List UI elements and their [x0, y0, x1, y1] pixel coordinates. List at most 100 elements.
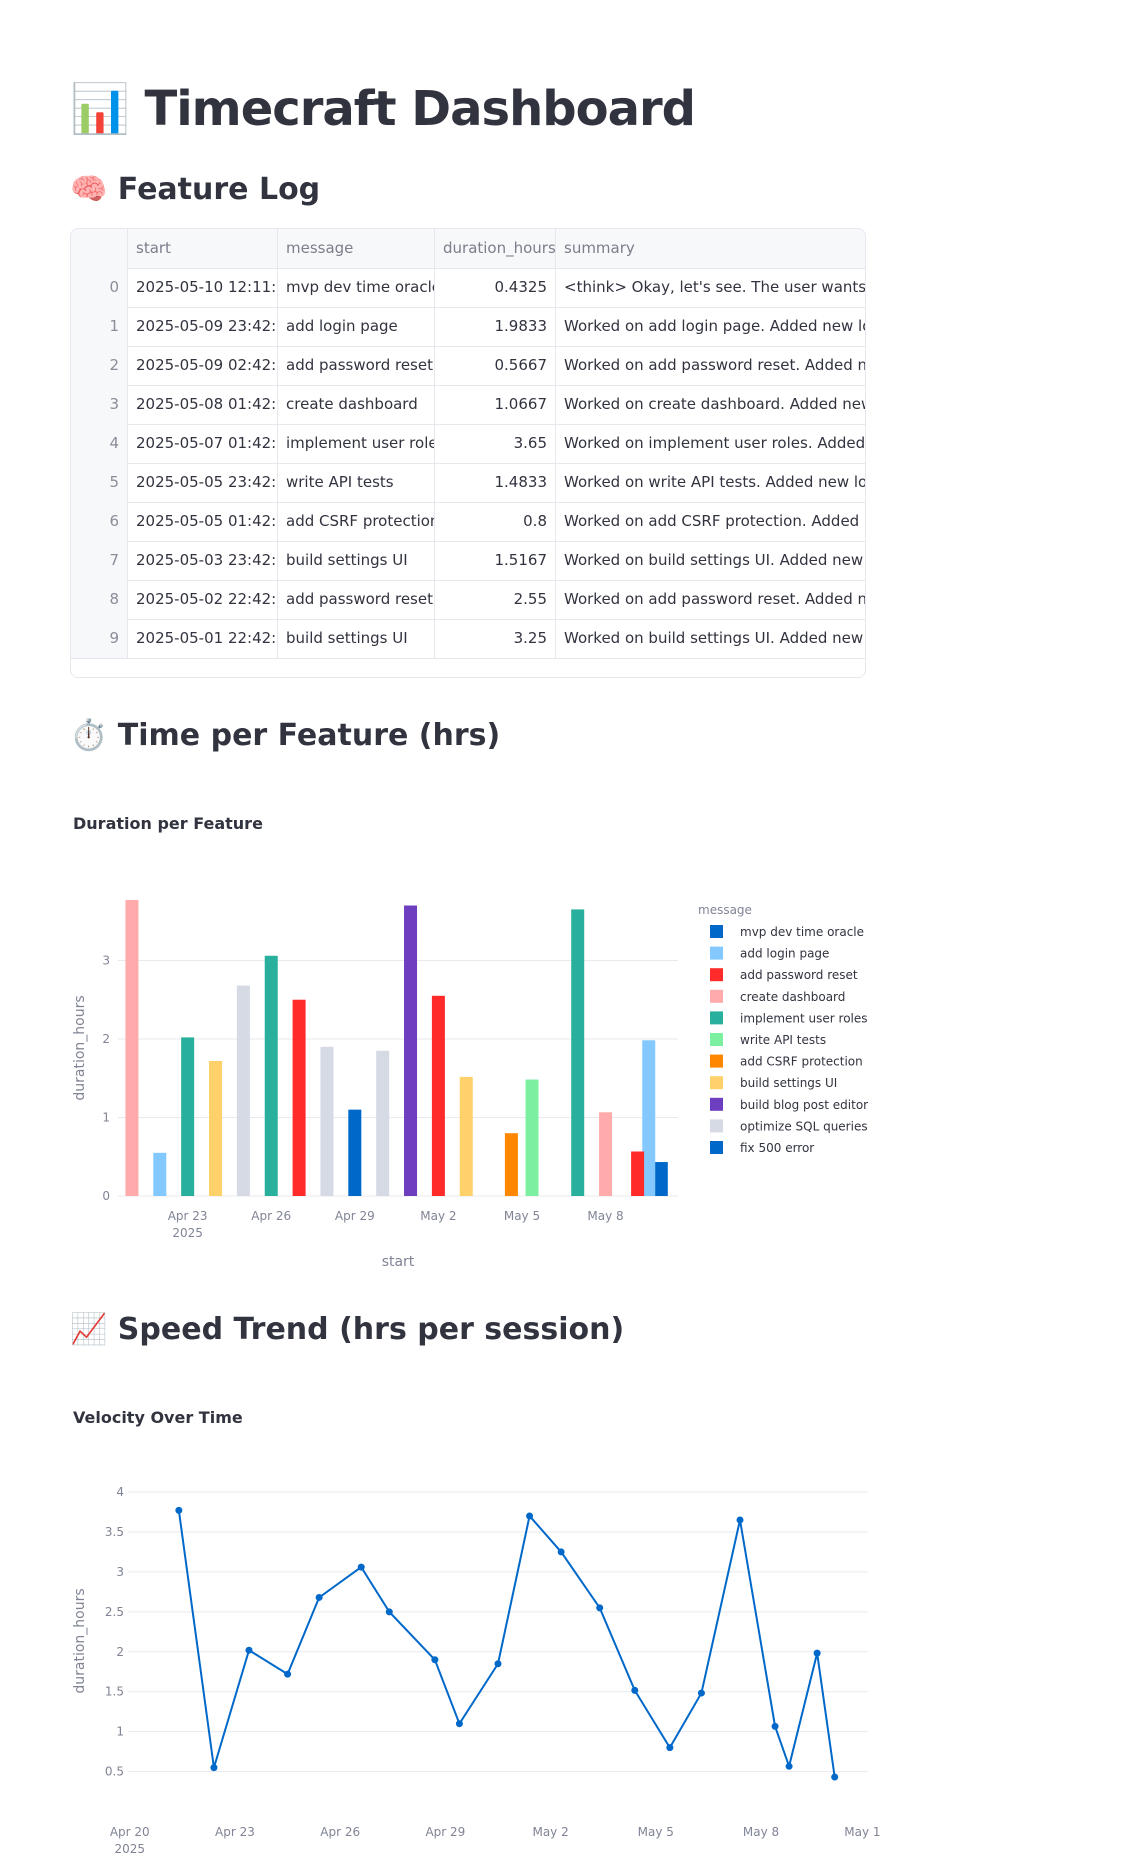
cell-summary: Worked on create dashboard. Added new lo…: [564, 395, 865, 413]
table-row[interactable]: 82025-05-02 22:42:27add password reset2.…: [71, 580, 865, 620]
header-start[interactable]: start: [128, 229, 278, 268]
row-index: 6: [71, 502, 128, 541]
legend-item: optimize SQL queries: [740, 1119, 868, 1133]
bar: [504, 1133, 518, 1196]
x-tick-year: 2025: [114, 1842, 145, 1856]
cell-duration: 0.4325: [435, 268, 556, 307]
table-row-partial[interactable]: [71, 658, 865, 677]
cell-duration: 3.65: [435, 424, 556, 463]
cell-duration: 1.0667: [435, 385, 556, 424]
cell-duration: 3.25: [435, 619, 556, 658]
legend-item: add login page: [740, 947, 829, 961]
cell-start: 2025-05-05 01:42:27: [128, 502, 278, 541]
cell-start: 2025-05-08 01:42:27: [128, 385, 278, 424]
cell-message: build settings UI: [278, 541, 435, 580]
data-point: [697, 1689, 705, 1697]
data-point: [736, 1516, 744, 1524]
cell-summary: Worked on add login page. Added new logi…: [564, 317, 865, 335]
legend-swatch: [710, 925, 723, 938]
x-tick-label: Apr 29: [425, 1825, 465, 1839]
header-summary[interactable]: summary: [556, 229, 865, 268]
y-tick-label: 3: [102, 953, 110, 967]
x-tick-label: May 11: [844, 1825, 880, 1839]
cell-duration: 2.55: [435, 580, 556, 619]
cell-message: write API tests: [278, 463, 435, 502]
cell-summary: Worked on write API tests. Added new log…: [564, 473, 865, 491]
y-tick-label: 3.5: [105, 1525, 124, 1539]
row-index: 0: [71, 268, 128, 307]
table-row[interactable]: 12025-05-09 23:42:27add login page1.9833…: [71, 307, 865, 347]
velocity-line-chart[interactable]: 0.5 1 1.5 2 2.5 3 3.5 4 Apr 20 Apr 23 Apr 26 Apr 29…: [0, 1460, 880, 1857]
row-index: 7: [71, 541, 128, 580]
section-title-feature-log: 🧠 Feature Log: [70, 172, 321, 207]
header-index: [71, 229, 128, 268]
cell-start: 2025-05-10 12:11:15: [128, 268, 278, 307]
row-index: 8: [71, 580, 128, 619]
row-index: 5: [71, 463, 128, 502]
section-title-speed-trend: 📈 Speed Trend (hrs per session): [70, 1312, 625, 1347]
legend-title: message: [698, 903, 752, 917]
x-tick-label: Apr 20: [110, 1825, 150, 1839]
cell-start: 2025-05-09 02:42:27: [128, 346, 278, 385]
x-tick-label: Apr 23: [215, 1825, 255, 1839]
cell-start: 2025-05-05 23:42:27: [128, 463, 278, 502]
data-point: [245, 1646, 253, 1654]
y-axis-title: duration_hours: [72, 995, 88, 1100]
data-point: [557, 1548, 565, 1556]
data-point: [431, 1656, 439, 1664]
table-row[interactable]: 52025-05-05 23:42:27write API tests1.483…: [71, 463, 865, 503]
bar: [571, 909, 585, 1196]
row-index: 2: [71, 346, 128, 385]
bar: [599, 1112, 613, 1196]
data-point: [526, 1512, 534, 1520]
bar: [631, 1151, 645, 1196]
legend-swatch: [710, 1011, 723, 1025]
y-tick-label: 1: [116, 1725, 124, 1739]
cell-start: 2025-05-01 22:42:27: [128, 619, 278, 658]
legend-item: fix 500 error: [740, 1141, 814, 1155]
cell-start: 2025-05-07 01:42:27: [128, 424, 278, 463]
data-point: [771, 1722, 779, 1730]
table-row[interactable]: 72025-05-03 23:42:27build settings UI1.5…: [71, 541, 865, 581]
cell-message: add login page: [278, 307, 435, 346]
table-row[interactable]: 92025-05-01 22:42:27build settings UI3.2…: [71, 619, 865, 659]
table-row[interactable]: 02025-05-10 12:11:15mvp dev time oracle0…: [71, 268, 865, 308]
cell-start: 2025-05-09 23:42:27: [128, 307, 278, 346]
x-tick-year: 2025: [172, 1226, 203, 1240]
data-point: [284, 1670, 292, 1678]
table-row[interactable]: 22025-05-09 02:42:27add password reset0.…: [71, 346, 865, 386]
cell-start: 2025-05-02 22:42:27: [128, 580, 278, 619]
data-point: [494, 1660, 502, 1668]
legend-item: mvp dev time oracle: [740, 925, 864, 939]
cell-message: mvp dev time oracle: [278, 268, 435, 307]
cell-summary: Worked on add CSRF protection. Added new…: [564, 512, 865, 530]
header-message[interactable]: message: [278, 229, 435, 268]
bar: [642, 1040, 656, 1196]
data-point: [175, 1506, 183, 1514]
bar: [459, 1076, 473, 1196]
bar: [292, 999, 306, 1196]
legend-swatch: [710, 1076, 723, 1090]
table-row[interactable]: 32025-05-08 01:42:27create dashboard1.06…: [71, 385, 865, 425]
feature-log-table[interactable]: start message duration_hours summary 0 20…: [70, 228, 866, 678]
data-point: [631, 1686, 639, 1694]
legend-swatch: [710, 1054, 723, 1068]
row-index: 1: [71, 307, 128, 346]
x-tick-label: Apr 26: [320, 1825, 360, 1839]
duration-bar-chart[interactable]: 0 1 2 3 Apr 23 Apr 26 Apr 29 May 2 May 5 May 8 202…: [0, 860, 880, 1280]
legend-swatch: [710, 968, 723, 982]
data-point: [210, 1764, 218, 1772]
table-row[interactable]: 42025-05-07 01:42:27implement user roles…: [71, 424, 865, 464]
legend-swatch: [710, 1033, 723, 1046]
page-title: 📊 Timecraft Dashboard: [70, 81, 696, 137]
data-point: [813, 1649, 821, 1657]
legend-item: build settings UI: [740, 1076, 837, 1090]
cell-summary: Worked on add password reset. Added new …: [564, 590, 865, 608]
cell-duration: 1.9833: [435, 307, 556, 346]
header-duration[interactable]: duration_hours: [435, 229, 556, 268]
y-axis-title: duration_hours: [72, 1588, 88, 1693]
data-point: [315, 1593, 323, 1601]
bar: [376, 1050, 390, 1196]
table-row[interactable]: 62025-05-05 01:42:27add CSRF protection0…: [71, 502, 865, 542]
y-tick-label: 2: [116, 1645, 124, 1659]
